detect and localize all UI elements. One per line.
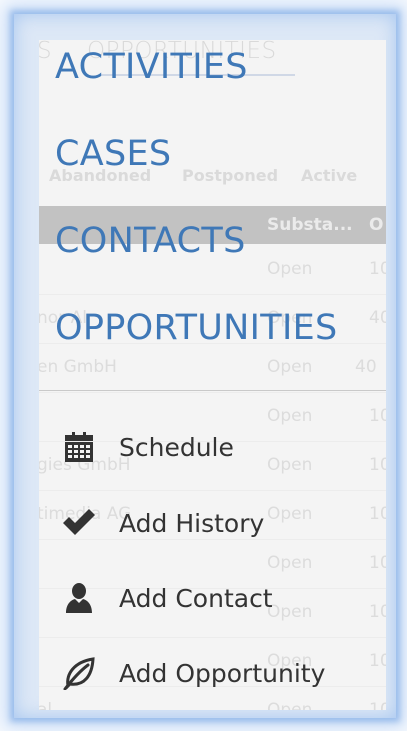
nav-opportunities[interactable]: OPPORTUNITIES (55, 311, 338, 346)
person-icon (61, 580, 97, 616)
add-opportunity-label: Add Opportunity (119, 658, 326, 688)
overflow-menu-panel: S OPPORTUNITIES Abandoned Postponed Acti… (39, 40, 386, 710)
add-history-action[interactable]: Add History (61, 503, 264, 543)
leaf-icon (61, 655, 97, 691)
add-contact-action[interactable]: Add Contact (61, 578, 273, 618)
schedule-action[interactable]: Schedule (61, 427, 234, 467)
calendar-icon (61, 429, 97, 465)
nav-cases[interactable]: CASES (55, 137, 171, 172)
schedule-label: Schedule (119, 432, 234, 462)
add-contact-label: Add Contact (119, 583, 273, 613)
overflow-menu: ACTIVITIES CASES CONTACTS OPPORTUNITIES (39, 40, 386, 710)
checkmark-icon (61, 505, 97, 541)
nav-contacts[interactable]: CONTACTS (55, 224, 246, 259)
add-history-label: Add History (119, 508, 265, 538)
add-opportunity-action[interactable]: Add Opportunity (61, 653, 325, 693)
nav-activities[interactable]: ACTIVITIES (55, 50, 248, 85)
menu-divider (39, 390, 386, 391)
